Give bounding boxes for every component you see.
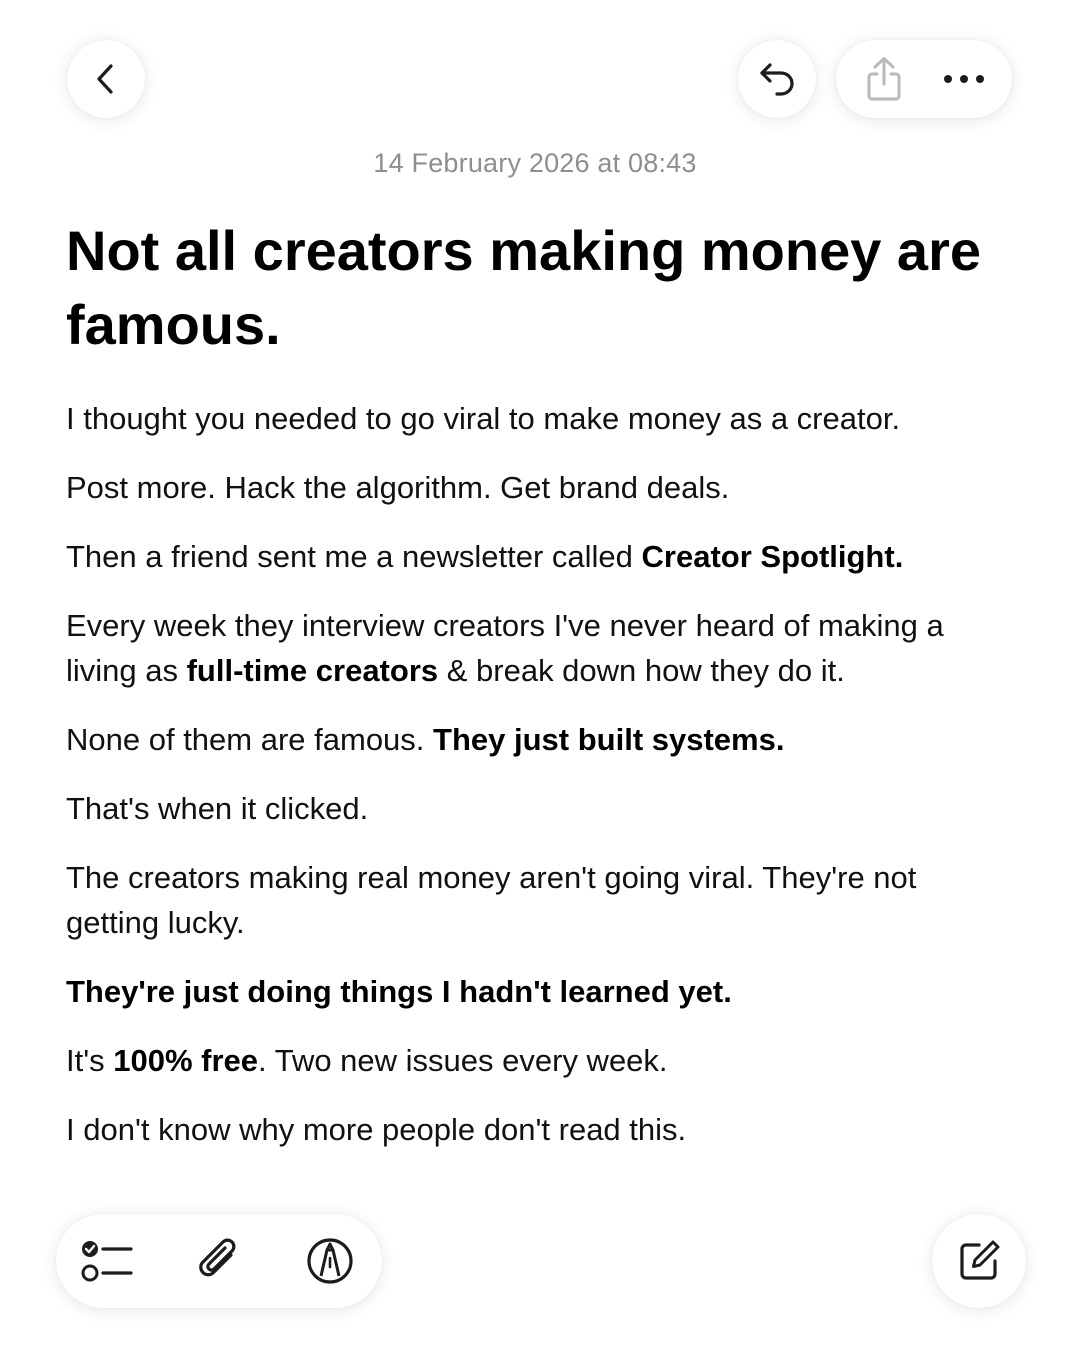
attachment-button[interactable] [189, 1231, 249, 1291]
paragraph-7: The creators making real money aren't go… [66, 860, 917, 940]
newsletter-name: Creator Spotlight. [641, 539, 904, 574]
paragraph-8: They're just doing things I hadn't learn… [66, 974, 732, 1009]
checklist-icon [81, 1241, 133, 1282]
paragraph-5: None of them are famous. They just built… [66, 722, 785, 757]
share-icon [867, 57, 901, 101]
markup-button[interactable] [300, 1231, 360, 1291]
formatting-toolbar [56, 1214, 382, 1308]
paperclip-icon [199, 1238, 236, 1277]
paragraph-6: That's when it clicked. [66, 791, 369, 826]
note-title[interactable]: Not all creators making money are famous… [66, 214, 986, 362]
paragraph-9: It's 100% free. Two new issues every wee… [66, 1043, 668, 1078]
compose-icon [960, 1240, 1000, 1280]
paragraph-3: Then a friend sent me a newsletter calle… [66, 539, 904, 574]
undo-icon [760, 63, 794, 96]
note-timestamp: 14 February 2026 at 08:43 [373, 148, 697, 178]
undo-button[interactable] [738, 40, 816, 118]
paragraph-4: Every week they interview creators I've … [66, 608, 944, 688]
more-button[interactable] [934, 49, 994, 109]
chevron-left-icon [97, 64, 113, 94]
compose-button[interactable] [932, 1214, 1026, 1308]
back-button[interactable] [67, 40, 145, 118]
paragraph-10: I don't know why more people don't read … [66, 1112, 687, 1147]
ellipsis-icon [944, 75, 984, 83]
paragraph-2: Post more. Hack the algorithm. Get brand… [66, 470, 730, 505]
note-actions-group [836, 40, 1012, 118]
checklist-button[interactable] [78, 1231, 138, 1291]
paragraph-1: I thought you needed to go viral to make… [66, 401, 901, 436]
share-button[interactable] [854, 49, 914, 109]
note-body[interactable]: I thought you needed to go viral to make… [66, 396, 1016, 1176]
markup-pen-icon [307, 1238, 353, 1284]
